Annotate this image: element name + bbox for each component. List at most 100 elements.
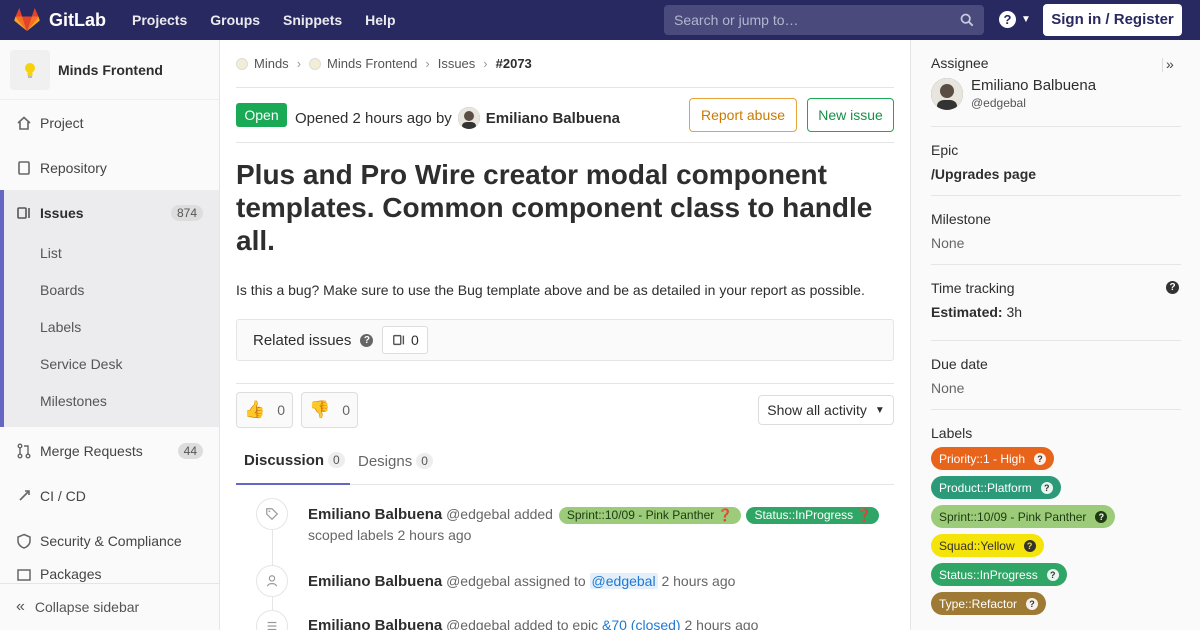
activity-note: Emiliano Balbuena @edgebal added Sprint:…	[308, 504, 894, 546]
assignee-user[interactable]: Emiliano Balbuena @edgebal	[931, 77, 1181, 110]
question-circle-icon: ?	[1023, 539, 1036, 552]
issues-count-badge: 874	[170, 204, 203, 221]
related-issues-count[interactable]: 0	[382, 326, 429, 354]
label-type[interactable]: Type::Refactor?	[931, 592, 1047, 615]
thumbs-down-button[interactable]: 👎 0	[301, 392, 358, 428]
scoped-label-sprint[interactable]: Sprint::10/09 - Pink Panther ❓	[558, 507, 741, 524]
note-username[interactable]: @edgebal	[446, 617, 510, 630]
sidebar-item-label: Project	[40, 114, 84, 131]
tab-label: Designs	[358, 452, 413, 470]
package-icon	[17, 569, 31, 581]
note-author[interactable]: Emiliano Balbuena	[308, 506, 442, 523]
divider	[931, 340, 1181, 341]
tab-designs[interactable]: Designs 0	[358, 437, 433, 485]
sidebar-item-merge-requests[interactable]: Merge Requests 44	[0, 428, 219, 473]
question-circle-icon: ?	[1034, 452, 1047, 465]
thumbs-down-icon: 👎	[309, 400, 331, 419]
labels-list: Priority::1 - High? Product::Platform? S…	[931, 447, 1181, 621]
epic-section: Epic /Upgrades page	[931, 142, 1181, 182]
note-author[interactable]: Emiliano Balbuena	[308, 617, 442, 630]
project-avatar	[10, 49, 50, 90]
label-priority[interactable]: Priority::1 - High?	[931, 447, 1055, 470]
rocket-icon	[19, 489, 30, 501]
sidebar-item-issues[interactable]: Issues 874	[0, 190, 219, 235]
nav-groups[interactable]: Groups	[210, 12, 260, 28]
tab-discussion[interactable]: Discussion 0	[236, 437, 350, 485]
report-abuse-button[interactable]: Report abuse	[689, 98, 797, 132]
sidebar-sub-milestones[interactable]: Milestones	[40, 393, 107, 409]
sidebar-item-repository[interactable]: Repository	[0, 145, 219, 190]
label-text: Sprint::10/09 - Pink Panther	[939, 509, 1087, 524]
sidebar-sub-boards[interactable]: Boards	[40, 282, 84, 298]
question-circle-icon: ?	[999, 11, 1016, 28]
nav-projects[interactable]: Projects	[132, 12, 187, 28]
avatar[interactable]	[457, 107, 480, 129]
user-avatar-image	[457, 107, 480, 129]
tab-label: Discussion	[244, 451, 325, 469]
epic-link[interactable]: &70 (closed)	[602, 617, 681, 630]
sidebar-sub-labels[interactable]: Labels	[40, 319, 81, 335]
assignee-section: Assignee Emiliano Balbuena @edgebal	[931, 55, 1181, 110]
sign-in-button[interactable]: Sign in / Register	[1043, 4, 1182, 36]
user-icon	[256, 565, 288, 597]
show-activity-dropdown[interactable]: Show all activity ▼	[758, 395, 894, 425]
collapse-sidebar-button[interactable]: « Collapse sidebar	[0, 583, 219, 630]
user-mention[interactable]: @edgebal	[589, 573, 658, 589]
project-header[interactable]: Minds Frontend	[0, 40, 219, 100]
issues-icon	[17, 206, 30, 219]
nav-snippets[interactable]: Snippets	[283, 12, 342, 28]
designs-count-badge: 0	[416, 453, 433, 469]
discussion-count-badge: 0	[328, 452, 345, 468]
gitlab-logo[interactable]: GitLab	[14, 8, 106, 32]
breadcrumb-project[interactable]: Minds Frontend	[327, 56, 417, 71]
show-activity-label: Show all activity	[767, 402, 867, 418]
thumbs-up-button[interactable]: 👍 0	[236, 392, 293, 428]
label-text: Type::Refactor	[939, 596, 1018, 611]
epic-title: Epic	[931, 142, 959, 158]
new-issue-button[interactable]: New issue	[807, 98, 894, 132]
search-input[interactable]: Search or jump to…	[664, 5, 984, 35]
estimated-value: 3h	[1006, 304, 1023, 320]
author-link[interactable]: Emiliano Balbuena	[486, 110, 620, 127]
time-tracking-section: Time tracking Estimated: 3h	[931, 280, 1181, 320]
activity-note: Emiliano Balbuena @edgebal assigned to @…	[308, 571, 735, 592]
sidebar-item-security[interactable]: Security & Compliance	[0, 518, 219, 563]
related-issues-title: Related issues	[253, 331, 352, 349]
note-author[interactable]: Emiliano Balbuena	[308, 573, 442, 590]
estimated-label: Estimated:	[931, 304, 1003, 320]
question-circle-icon[interactable]: ?	[1166, 281, 1179, 294]
nav-help[interactable]: Help	[365, 12, 395, 28]
sidebar-item-packages[interactable]: Packages	[0, 563, 219, 583]
label-status[interactable]: Status::InProgress?	[931, 563, 1067, 586]
breadcrumb-issues[interactable]: Issues	[438, 56, 476, 71]
related-count-value: 0	[410, 332, 419, 348]
sidebar-item-project[interactable]: Project	[0, 100, 219, 145]
assignee-title: Assignee	[931, 55, 989, 71]
milestone-title: Milestone	[931, 211, 991, 227]
label-sprint[interactable]: Sprint::10/09 - Pink Panther?	[931, 505, 1116, 528]
question-circle-icon[interactable]: ?	[360, 333, 374, 347]
note-username[interactable]: @edgebal	[446, 506, 510, 522]
label-product[interactable]: Product::Platform?	[931, 476, 1061, 499]
sidebar-sub-list[interactable]: List	[40, 245, 62, 261]
tag-icon	[256, 498, 288, 530]
help-dropdown[interactable]: ? ▼	[999, 11, 1031, 28]
note-time: 2 hours ago	[661, 573, 736, 589]
scoped-label-status[interactable]: Status::InProgress ❓	[746, 507, 880, 524]
note-username[interactable]: @edgebal	[446, 573, 510, 589]
related-issues-panel: Related issues ? 0	[236, 319, 894, 361]
breadcrumb-issue[interactable]: #2073	[496, 56, 532, 71]
epic-value[interactable]: /Upgrades page	[931, 166, 1181, 182]
merge-request-icon	[17, 443, 31, 458]
right-sidebar: » Assignee Emiliano Balbuena @edgebal Ep…	[910, 40, 1200, 630]
doc-icon	[18, 160, 30, 175]
sidebar-item-label: Repository	[40, 159, 107, 176]
note-action: added	[514, 506, 553, 522]
breadcrumb-group[interactable]: Minds	[254, 56, 289, 71]
collapse-label: Collapse sidebar	[34, 599, 140, 615]
sidebar-item-label: Merge Requests	[40, 442, 143, 459]
sidebar-item-ci-cd[interactable]: CI / CD	[0, 473, 219, 518]
label-squad[interactable]: Squad::Yellow?	[931, 534, 1044, 557]
avatar	[931, 77, 963, 110]
sidebar-sub-service-desk[interactable]: Service Desk	[40, 356, 122, 372]
